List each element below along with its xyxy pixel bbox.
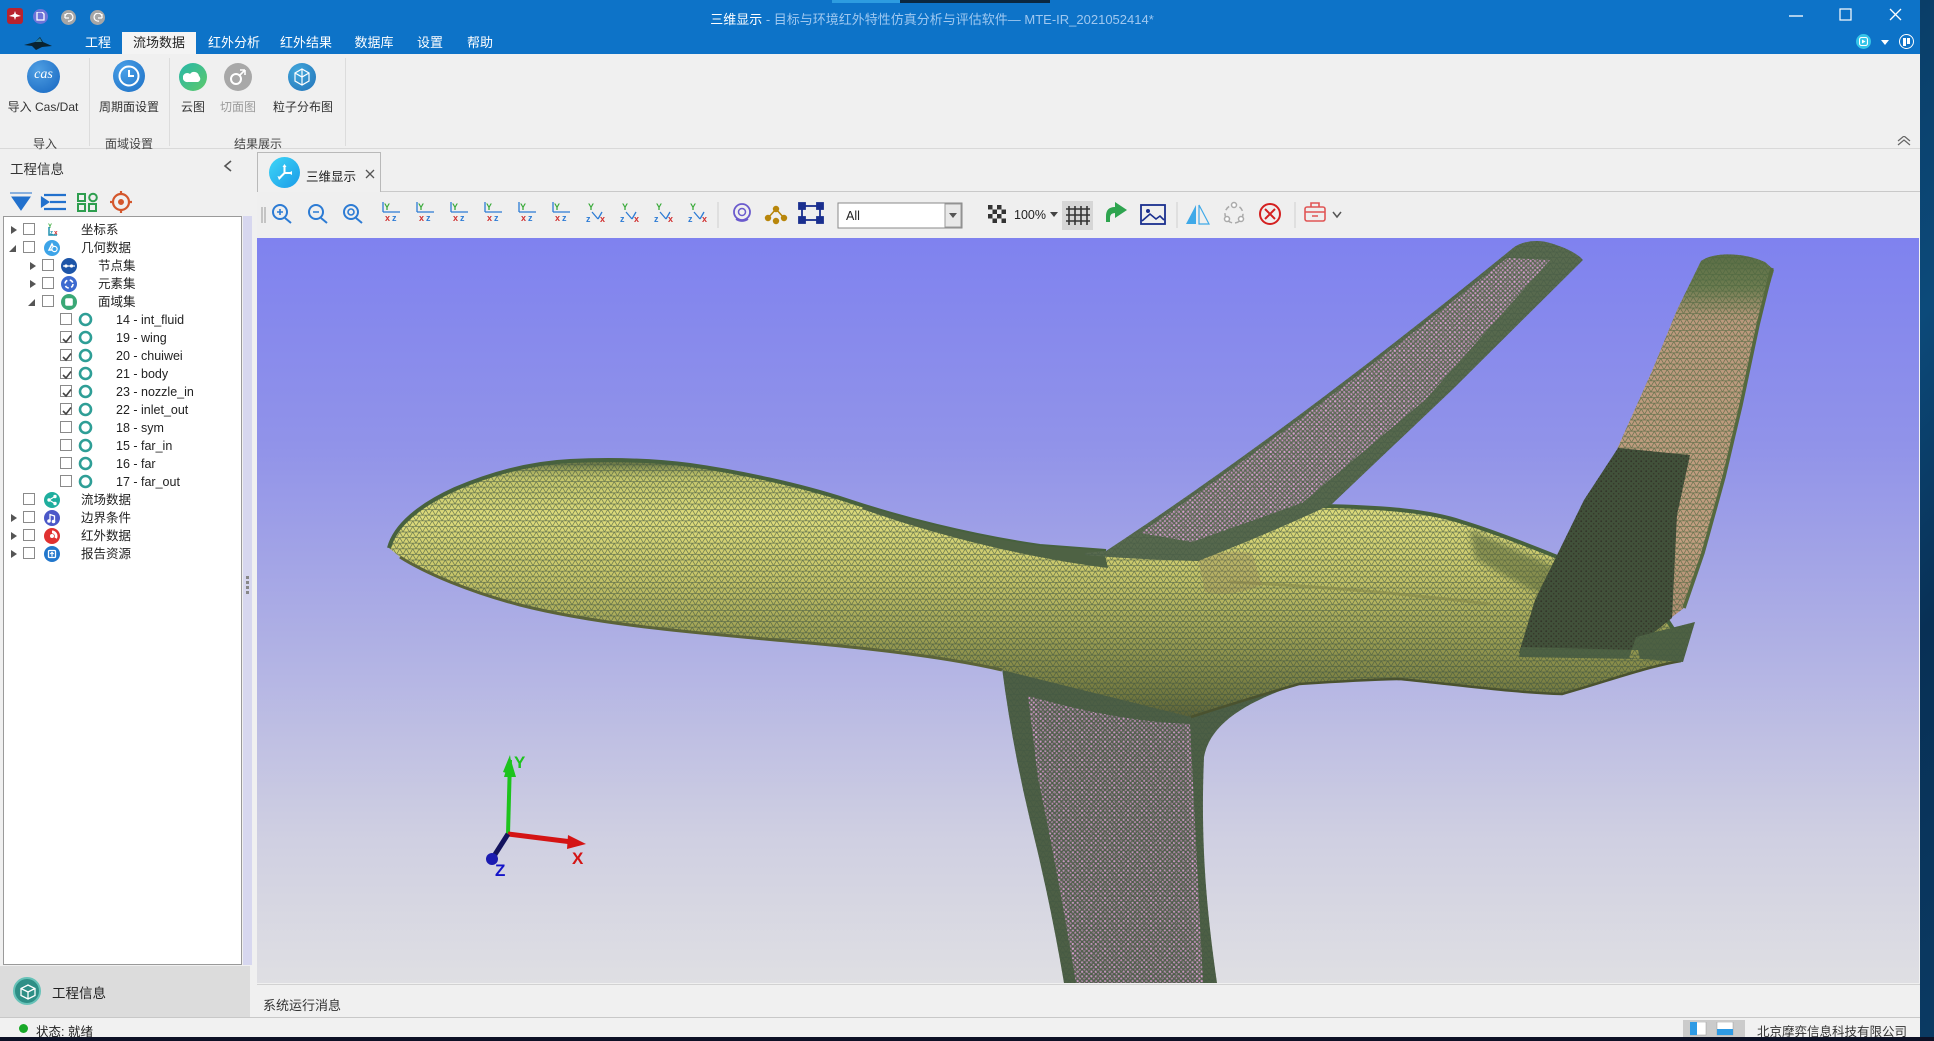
svg-text:X: X — [572, 849, 584, 868]
svg-text:z: z — [586, 214, 591, 224]
svg-text:Y: Y — [656, 202, 662, 212]
svg-text:z: z — [620, 214, 625, 224]
svg-text:x: x — [487, 213, 492, 223]
svg-text:Y: Y — [452, 202, 458, 212]
svg-text:All: All — [846, 209, 860, 223]
svg-text:z: z — [50, 231, 53, 237]
svg-text:z: z — [654, 214, 659, 224]
svg-text:Z: Z — [495, 861, 505, 880]
svg-text:z: z — [460, 213, 465, 223]
svg-text:Y: Y — [690, 202, 696, 212]
svg-text:Y: Y — [486, 202, 492, 212]
svg-text:Y: Y — [554, 202, 560, 212]
svg-text:x: x — [702, 214, 707, 224]
svg-text:Y: Y — [514, 753, 526, 772]
svg-text:x: x — [668, 214, 673, 224]
svg-text:Y: Y — [622, 202, 628, 212]
svg-text:Y: Y — [520, 202, 526, 212]
svg-text:100%: 100% — [1014, 208, 1046, 222]
svg-text:x: x — [555, 213, 560, 223]
svg-text:z: z — [426, 213, 431, 223]
svg-text:x: x — [385, 213, 390, 223]
svg-text:Y: Y — [588, 202, 594, 212]
svg-text:z: z — [562, 213, 567, 223]
svg-text:z: z — [494, 213, 499, 223]
svg-text:x: x — [634, 214, 639, 224]
svg-text:x: x — [54, 230, 58, 237]
svg-text:z: z — [528, 213, 533, 223]
svg-text:z: z — [688, 214, 693, 224]
svg-text:x: x — [600, 214, 605, 224]
svg-text:z: z — [392, 213, 397, 223]
svg-text:x: x — [453, 213, 458, 223]
svg-text:Y: Y — [418, 202, 424, 212]
svg-text:x: x — [521, 213, 526, 223]
svg-text:Y: Y — [384, 202, 390, 212]
svg-text:x: x — [419, 213, 424, 223]
